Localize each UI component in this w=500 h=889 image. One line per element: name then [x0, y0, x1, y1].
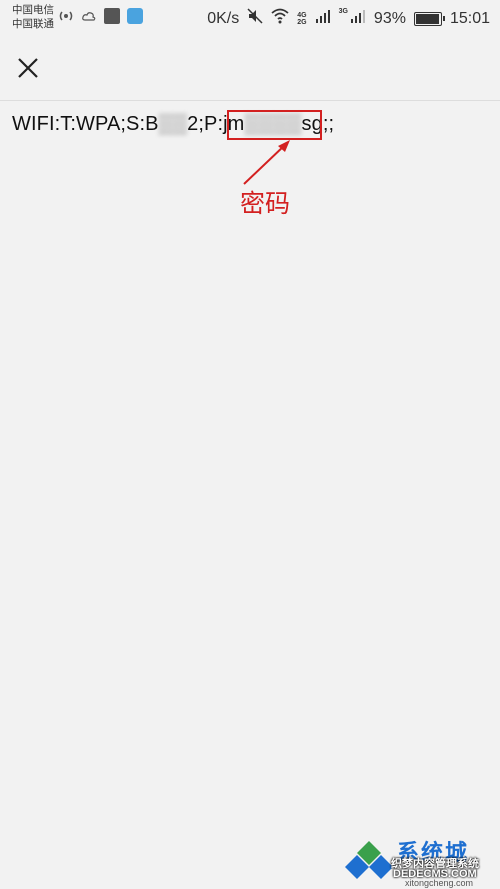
ssid-hidden: ▒▒: [158, 113, 188, 135]
status-bar: 中国电信 中国联通 0K/s 4G 2G 3G 93% 15:01: [0, 0, 500, 36]
mute-icon: [247, 8, 263, 29]
net-speed: 0K/s: [207, 9, 240, 27]
weather-icon: [81, 8, 97, 24]
password-annotation-label: 密码: [240, 189, 291, 218]
close-icon: [18, 58, 38, 78]
toolbar: [0, 40, 500, 101]
net-2g-label: 2G: [297, 18, 307, 26]
battery-percent: 93%: [373, 9, 406, 27]
close-button[interactable]: [14, 54, 42, 82]
carrier-2: 中国联通: [12, 18, 54, 30]
watermark-logo-icon: [345, 841, 393, 879]
watermark: 系统城 织梦内容管理系统 DEDECMS.COM xitongcheng.com: [345, 835, 500, 889]
ssid-tail: 2;P:: [187, 113, 224, 135]
net-4g-label: 4G: [297, 11, 307, 19]
app-icon: [104, 8, 120, 24]
network-type: 4G 2G: [297, 12, 306, 26]
notification-icons: [58, 8, 143, 24]
net-3g-label: 3G: [338, 8, 348, 15]
signal-3g-icon: [350, 9, 366, 28]
wifi-suffix: ;;: [322, 113, 335, 135]
password-highlight-box: [227, 110, 322, 140]
wifi-prefix: WIFI:T:WPA;S:B: [12, 113, 159, 135]
watermark-url: xitongcheng.com: [405, 878, 474, 888]
carrier-1: 中国电信: [12, 4, 54, 16]
annotation-arrow: [243, 140, 290, 185]
signal-icon: [315, 9, 331, 28]
clock: 15:01: [449, 9, 490, 27]
app-blue-icon: [127, 8, 143, 24]
carrier-info: 中国电信 中国联通: [12, 3, 54, 31]
status-right: 0K/s 4G 2G 3G 93% 15:01: [207, 8, 490, 29]
wifi-icon: [271, 8, 289, 29]
hotspot-icon: [58, 8, 74, 24]
battery-icon: [413, 11, 445, 26]
